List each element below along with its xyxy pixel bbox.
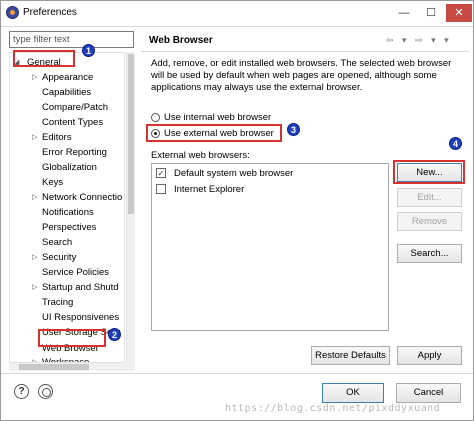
radio-internal-browser[interactable]: Use internal web browser (151, 111, 351, 125)
tree-item-label: Search (42, 237, 73, 248)
tree-item-network-connections[interactable]: ▷ Network Connectio (10, 190, 124, 205)
tree-item-label: Editors (42, 132, 72, 143)
help-icon[interactable]: ? (14, 384, 29, 399)
external-browsers-label: External web browsers: (151, 150, 250, 161)
tree-item-security[interactable]: ▷ Security (10, 250, 124, 265)
marker-4: 4 (449, 137, 462, 150)
radio-label: Use internal web browser (164, 112, 272, 123)
browser-name: Default system web browser (174, 168, 294, 179)
tree-item-label: Globalization (42, 162, 97, 173)
filter-input[interactable] (9, 31, 134, 48)
ok-button[interactable]: OK (322, 383, 384, 403)
tree-vertical-scrollbar[interactable] (126, 52, 135, 363)
tree-item-label: Tracing (42, 297, 74, 308)
tree-item-ui-responsiveness[interactable]: UI Responsivenes (10, 310, 124, 325)
tree-item-label: Keys (42, 177, 64, 188)
collapse-arrow-icon[interactable]: ▷ (32, 250, 37, 265)
tree-horizontal-scrollbar[interactable] (9, 363, 135, 371)
preferences-tree-panel: ◢ General ▷ Appearance Capabilities Comp… (9, 31, 135, 363)
tree-item-startup-shutdown[interactable]: ▷ Startup and Shutd (10, 280, 124, 295)
tree-item-label: Notifications (42, 207, 94, 218)
collapse-arrow-icon[interactable]: ▷ (32, 355, 37, 362)
tree-item-label: Network Connectio (42, 192, 123, 203)
close-button[interactable]: ✕ (446, 4, 472, 22)
highlight-general (13, 50, 75, 67)
scrollbar-thumb[interactable] (19, 364, 89, 370)
tree-item-label: Startup and Shutd (42, 282, 119, 293)
window-title: Preferences (23, 7, 77, 18)
maximize-button[interactable]: ☐ (419, 4, 443, 22)
tree-item-workspace[interactable]: ▷ Workspace (10, 355, 124, 363)
tree-item-label: Appearance (42, 72, 94, 83)
tree-item-perspectives[interactable]: Perspectives (10, 220, 124, 235)
tree-item-label: Workspace (42, 357, 90, 363)
tree-item-label: Perspectives (42, 222, 97, 233)
marker-2: 2 (108, 328, 121, 341)
tree-item-label: Content Types (42, 117, 104, 128)
import-export-icon[interactable] (38, 384, 53, 399)
tree-item-error-reporting[interactable]: Error Reporting (10, 145, 124, 160)
marker-3: 3 (287, 123, 300, 136)
tree-item-tracing[interactable]: Tracing (10, 295, 124, 310)
tree-item-search[interactable]: Search (10, 235, 124, 250)
tree-item-editors[interactable]: ▷ Editors (10, 130, 124, 145)
radio-button[interactable] (151, 113, 160, 122)
highlight-web-browser (38, 329, 106, 347)
checkbox-unchecked[interactable] (156, 184, 166, 194)
marker-1: 1 (82, 44, 95, 57)
tree-item-compare-patch[interactable]: Compare/Patch (10, 100, 124, 115)
collapse-arrow-icon[interactable]: ▷ (32, 190, 37, 205)
cancel-button[interactable]: Cancel (396, 383, 461, 403)
tree-item-label: Capabilities (42, 87, 92, 98)
tree-item-appearance[interactable]: ▷ Appearance (10, 70, 124, 85)
apply-button[interactable]: Apply (397, 346, 462, 365)
checkbox-checked[interactable]: ✓ (156, 168, 166, 178)
tree-item-label: Error Reporting (42, 147, 107, 158)
browser-item-default-system[interactable]: ✓ Default system web browser (156, 166, 386, 181)
page-description: Add, remove, or edit installed web brows… (151, 58, 452, 93)
minimize-button[interactable]: — (392, 4, 416, 22)
tree-item-globalization[interactable]: Globalization (10, 160, 124, 175)
preferences-window: Preferences — ☐ ✕ ◢ General ▷ Appearance… (0, 0, 474, 421)
tree-item-capabilities[interactable]: Capabilities (10, 85, 124, 100)
highlight-new-button (393, 160, 465, 184)
external-browsers-list: ✓ Default system web browser Internet Ex… (151, 163, 389, 331)
tree-item-notifications[interactable]: Notifications (10, 205, 124, 220)
search-button[interactable]: Search... (397, 244, 462, 263)
tree-item-keys[interactable]: Keys (10, 175, 124, 190)
tree-item-label: Security (42, 252, 77, 263)
browser-name: Internet Explorer (174, 184, 245, 195)
scrollbar-thumb[interactable] (128, 54, 134, 214)
navigation-arrows-icon[interactable]: ⇦ ▾ ⇨ ▾ ▾ (386, 35, 452, 46)
footer-divider (1, 373, 473, 374)
browser-item-internet-explorer[interactable]: Internet Explorer (156, 182, 386, 197)
edit-button[interactable]: Edit... (397, 188, 462, 207)
tree-item-label: Service Policies (42, 267, 110, 278)
collapse-arrow-icon[interactable]: ▷ (32, 280, 37, 295)
watermark-text: https://blog.csdn.net/pixddyxuand (225, 403, 441, 414)
preferences-tree: ◢ General ▷ Appearance Capabilities Comp… (9, 52, 125, 363)
tree-item-label: Compare/Patch (42, 102, 109, 113)
remove-button[interactable]: Remove (397, 212, 462, 231)
header-divider (141, 51, 469, 52)
title-bar: Preferences — ☐ ✕ (1, 1, 473, 27)
highlight-use-external (146, 124, 282, 142)
tree-item-content-types[interactable]: Content Types (10, 115, 124, 130)
tree-item-service-policies[interactable]: Service Policies (10, 265, 124, 280)
restore-defaults-button[interactable]: Restore Defaults (311, 346, 390, 365)
collapse-arrow-icon[interactable]: ▷ (32, 70, 37, 85)
web-browser-page: Web Browser ⇦ ▾ ⇨ ▾ ▾ Add, remove, or ed… (141, 31, 469, 371)
tree-item-label: UI Responsivenes (42, 312, 120, 323)
collapse-arrow-icon[interactable]: ▷ (32, 130, 37, 145)
eclipse-app-icon (6, 6, 19, 19)
page-title: Web Browser (149, 35, 213, 46)
